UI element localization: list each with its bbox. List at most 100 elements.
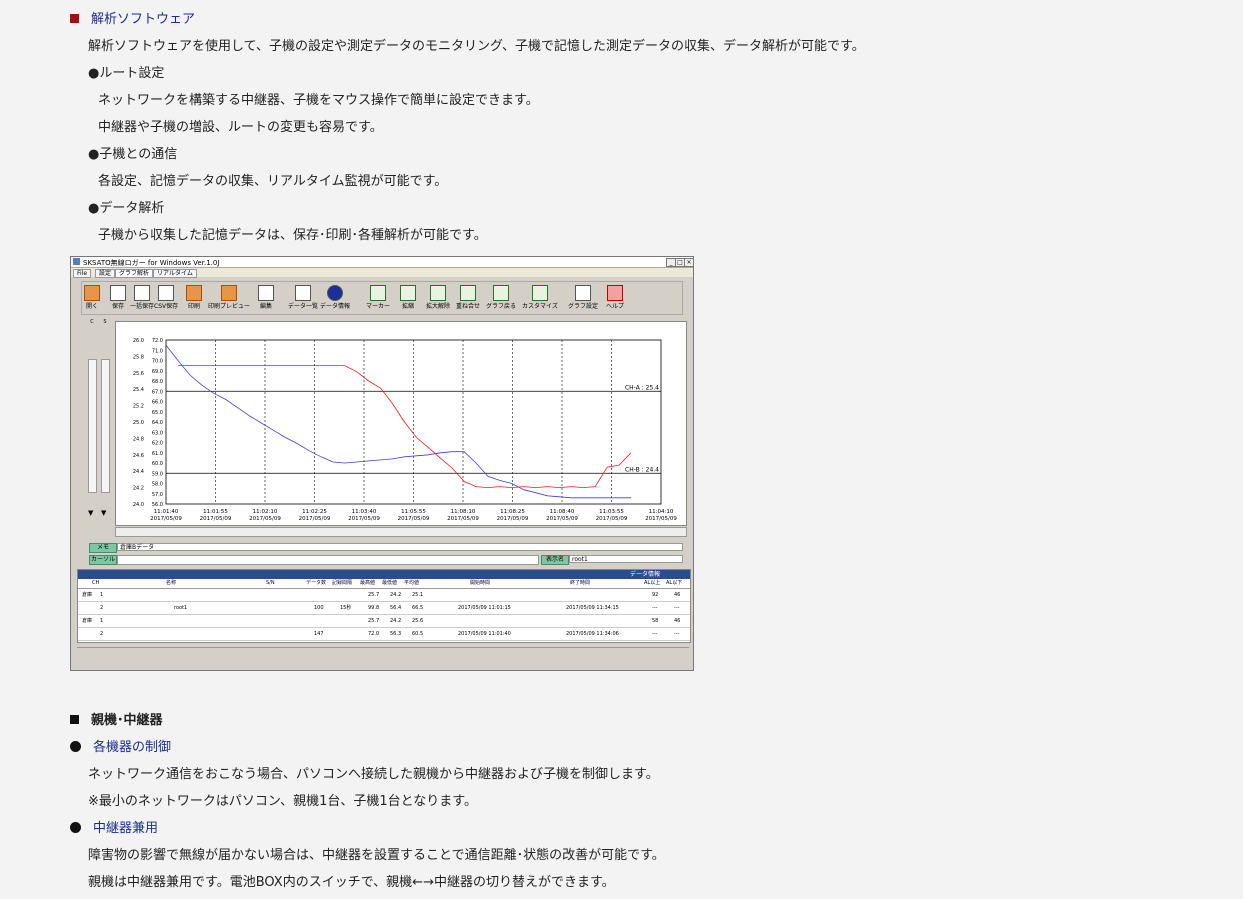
y-tick-right: 60.0 — [152, 461, 163, 467]
close-icon[interactable]: × — [684, 258, 693, 267]
toolbar-button-13[interactable]: グラフ戻る — [486, 285, 516, 310]
toolbar-button-4[interactable]: 印刷 — [186, 285, 202, 310]
x-tick-date: 2017/05/09 — [299, 516, 331, 522]
x-tick-date: 2017/05/09 — [447, 516, 479, 522]
toolbar-button-10[interactable]: 拡縮 — [400, 285, 416, 310]
table-cell: 46 — [674, 592, 681, 598]
text-line: 障害物の影響で無線が届かない場合は、中継器を設置することで通信距離･状態の改善が… — [88, 848, 665, 863]
toolbar-button-7[interactable]: データ一覧 — [288, 285, 318, 310]
tab-settings[interactable]: 設定 — [95, 269, 116, 278]
toolbar-button-15[interactable]: グラフ設定 — [568, 285, 598, 310]
channel-b-controls: S ▼ — [100, 319, 110, 524]
section-title-base-unit: 親機･中継器 — [70, 713, 163, 729]
scrollbar[interactable] — [101, 359, 110, 493]
item-text: ネットワークを構築する中継器、子機をマウス操作で簡単に設定できます。 — [98, 93, 539, 108]
graph-area: 11:01:40 2017/05/09 11:01:55 2017/05/09 11:0… — [115, 321, 687, 526]
item-text: 子機から収集した記憶データは、保存･印刷･各種解析が可能です。 — [98, 228, 487, 243]
table-cell: 倉庫 — [82, 592, 93, 598]
toolbar-button-2[interactable]: 一括保存 — [130, 285, 154, 310]
y-tick-right: 57.0 — [152, 492, 163, 498]
toolbar-icon — [493, 285, 509, 301]
toolbar-button-6[interactable]: 編集 — [258, 285, 274, 310]
tab-file[interactable]: File — [73, 269, 92, 278]
cursor-field[interactable] — [117, 555, 539, 565]
toolbar-button-12[interactable]: 重ね合せ — [456, 285, 480, 310]
table-row[interactable]: 2 root1 100 15秒 99.8 56.4 66.5 2017/05/09 11:01… — [78, 602, 690, 615]
table-cell: 25.6 — [412, 618, 424, 624]
display-name-select[interactable]: root1 — [569, 555, 683, 563]
y-tick-left: 25.2 — [133, 404, 144, 410]
y-tick-right: 72.0 — [152, 338, 163, 344]
toolbar-button-11[interactable]: 拡大解除 — [426, 285, 450, 310]
toolbar-button-3[interactable]: CSV保存 — [154, 285, 178, 310]
scrollbar[interactable] — [88, 359, 97, 493]
table-cell: 2017/05/09 11:01:15 — [458, 605, 511, 611]
toolbar-button-5[interactable]: 印刷プレビュー — [208, 285, 250, 310]
window-title: SKSATO無線ロガー for Windows Ver.1.0J — [83, 259, 220, 267]
section-title-software: 解析ソフトウェア — [70, 12, 195, 28]
y-tick-right: 56.0 — [152, 502, 163, 508]
item-heading-comm: ●子機との通信 — [88, 147, 178, 162]
table-cell: 72.0 — [368, 631, 380, 637]
table-cell: 25.1 — [412, 592, 424, 598]
toolbar-button-1[interactable]: 保存 — [110, 285, 126, 310]
table-cell: 56.3 — [390, 631, 402, 637]
cursor-button[interactable]: カーソル — [89, 555, 117, 565]
x-tick-label: 11:01:55 — [203, 509, 228, 515]
memo-input[interactable]: 倉庫Bデータ — [117, 543, 683, 551]
down-arrow-icon[interactable]: ▼ — [88, 509, 93, 517]
channel-label: S — [103, 319, 107, 325]
x-tick-date: 2017/05/09 — [150, 516, 182, 522]
y-tick-right: 69.0 — [152, 369, 163, 375]
x-tick-label: 11:02:10 — [253, 509, 278, 515]
y-tick-right: 66.0 — [152, 400, 163, 406]
x-tick-label: 11:05:55 — [401, 509, 426, 515]
bullet-icon — [70, 741, 81, 752]
toolbar-icon — [134, 285, 150, 301]
tab-graph-analysis[interactable]: グラフ解析 — [115, 269, 154, 278]
table-row[interactable]: 倉庫 1 25.7 24.2 25.6 58 46 — [78, 615, 690, 628]
toolbar-button-14[interactable]: カスタマイズ — [522, 285, 558, 310]
memo-button[interactable]: メモ — [89, 543, 117, 553]
text-line: 親機は中継器兼用です。電池BOX内のスイッチで、親機←→中継器の切り替えができま… — [88, 875, 615, 890]
toolbar-icon — [327, 285, 343, 301]
table-row[interactable]: 倉庫 1 25.7 24.2 25.1 92 46 — [78, 589, 690, 602]
toolbar-label: グラフ戻る — [486, 303, 517, 310]
toolbar-icon — [575, 285, 591, 301]
toolbar-button-8[interactable]: データ情報 — [320, 285, 350, 310]
table-cell: 100 — [314, 605, 324, 611]
toolbar-label: ヘルプ — [606, 303, 625, 310]
table-header-cell: 開始時間 — [470, 580, 491, 586]
x-tick-label: 11:08:40 — [550, 509, 575, 515]
tab-realtime[interactable]: リアルタイム — [153, 269, 197, 278]
table-cell: 倉庫 — [82, 618, 93, 624]
toolbar-button-16[interactable]: ヘルプ — [606, 285, 624, 310]
y-tick-right: 71.0 — [152, 348, 163, 354]
subsection-repeater: 中継器兼用 — [70, 821, 158, 837]
down-arrow-icon[interactable]: ▼ — [101, 509, 106, 517]
table-cell: 24.2 — [390, 618, 402, 624]
text-line: ネットワーク通信をおこなう場合、パソコンへ接続した親機から中継器および子機を制御… — [88, 767, 659, 782]
toolbar-icon — [84, 285, 100, 301]
table-row[interactable]: 2 147 72.0 56.3 60.5 2017/05/09 11:01:40 2017/… — [78, 628, 690, 641]
table-header-cell: データ数 — [306, 580, 327, 586]
table-cell: 2017/05/09 11:34:15 — [566, 605, 619, 611]
x-tick-date: 2017/05/09 — [546, 516, 578, 522]
toolbar-button-9[interactable]: マーカー — [366, 285, 390, 310]
table-cell: 1 — [100, 618, 104, 624]
table-header-cell: 終了時間 — [570, 580, 591, 586]
table-cell: 56.4 — [390, 605, 402, 611]
y-tick-left: 26.0 — [133, 338, 144, 344]
toolbar-button-0[interactable]: 開く — [84, 285, 100, 310]
display-name-button[interactable]: 表示名 — [541, 555, 569, 565]
data-info-header: データ情報 — [78, 570, 690, 579]
channel-label: C — [90, 319, 94, 325]
horizontal-scrollbar[interactable] — [115, 527, 687, 537]
toolbar-icon — [400, 285, 416, 301]
chart-svg: 11:01:402017/05/0911:01:552017/05/0911:0… — [133, 338, 677, 522]
x-tick-date: 2017/05/09 — [249, 516, 281, 522]
table-header-cell: 最高値 — [360, 580, 376, 586]
table-cell: 2017/05/09 11:01:40 — [458, 631, 511, 637]
toolbar-icon — [258, 285, 274, 301]
toolbar-icon — [370, 285, 386, 301]
